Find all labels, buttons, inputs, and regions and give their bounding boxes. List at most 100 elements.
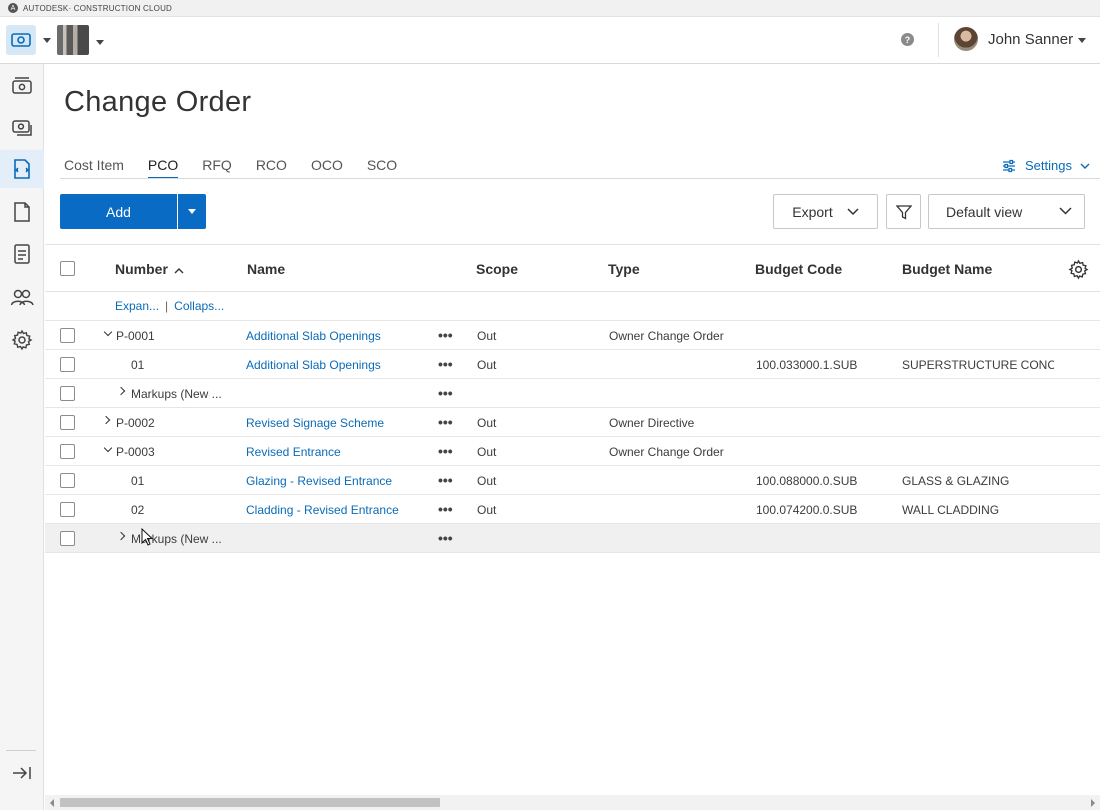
table-row[interactable]: 01 Glazing - Revised Entrance ••• Out 10… <box>45 466 1100 495</box>
column-header-type[interactable]: Type <box>608 261 640 277</box>
cell-type: Owner Change Order <box>609 445 724 459</box>
sidebar-item-cost-inbox[interactable] <box>0 66 44 104</box>
tab-sco[interactable]: SCO <box>367 157 397 177</box>
cell-number: 01 <box>131 358 145 372</box>
more-actions-icon[interactable]: ••• <box>438 501 453 517</box>
more-actions-icon[interactable]: ••• <box>438 530 453 546</box>
chevron-down-icon[interactable] <box>103 443 113 453</box>
help-icon[interactable]: ? <box>901 33 914 46</box>
cell-name[interactable]: Additional Slab Openings <box>246 358 381 372</box>
sidebar-item-members[interactable] <box>0 278 44 316</box>
cell-budget-name: SUPERSTRUCTURE CONCRETE <box>902 358 1054 372</box>
export-label: Export <box>792 203 833 220</box>
project-switcher-caret-icon[interactable] <box>96 39 104 45</box>
row-checkbox[interactable] <box>60 415 75 430</box>
add-dropdown-button[interactable] <box>178 194 206 229</box>
filter-icon <box>895 204 912 220</box>
table-row[interactable]: P-0001 Additional Slab Openings ••• Out … <box>45 321 1100 350</box>
cell-number: Markups (New ... <box>131 387 222 401</box>
row-checkbox[interactable] <box>60 357 75 372</box>
more-actions-icon[interactable]: ••• <box>438 385 453 401</box>
scroll-left-icon[interactable] <box>50 799 54 807</box>
more-actions-icon[interactable]: ••• <box>438 472 453 488</box>
row-checkbox[interactable] <box>60 502 75 517</box>
tab-cost-item[interactable]: Cost Item <box>64 157 124 177</box>
cell-number: P-0002 <box>116 416 155 430</box>
more-actions-icon[interactable]: ••• <box>438 414 453 430</box>
project-thumbnail[interactable] <box>57 25 89 55</box>
sidebar-item-change-order[interactable] <box>0 150 44 188</box>
tab-pco[interactable]: PCO <box>147 157 179 179</box>
settings-menu-button[interactable]: Settings <box>1002 158 1090 173</box>
table-row[interactable]: 01 Additional Slab Openings ••• Out 100.… <box>45 350 1100 379</box>
page-title: Change Order <box>64 86 252 118</box>
cell-name[interactable]: Cladding - Revised Entrance <box>246 503 399 517</box>
mouse-pointer-icon <box>141 528 153 546</box>
table-row[interactable]: Markups (New ... ••• <box>45 524 1100 553</box>
chevron-down-icon <box>1059 207 1072 215</box>
column-header-budget-name[interactable]: Budget Name <box>902 261 992 277</box>
more-actions-icon[interactable]: ••• <box>438 327 453 343</box>
column-settings-gear-icon[interactable] <box>1068 259 1089 280</box>
more-actions-icon[interactable]: ••• <box>438 356 453 372</box>
cell-name[interactable]: Revised Entrance <box>246 445 341 459</box>
row-checkbox[interactable] <box>60 386 75 401</box>
table-row[interactable]: Markups (New ... ••• <box>45 379 1100 408</box>
sidebar <box>0 64 44 810</box>
table-top-border <box>45 244 1100 245</box>
header-divider <box>938 23 939 57</box>
chevron-right-icon[interactable] <box>116 386 126 396</box>
column-header-name[interactable]: Name <box>247 261 285 277</box>
cell-name[interactable]: Additional Slab Openings <box>246 329 381 343</box>
cell-name[interactable]: Glazing - Revised Entrance <box>246 474 392 488</box>
export-button[interactable]: Export <box>773 194 878 229</box>
sidebar-item-reports[interactable] <box>0 235 44 273</box>
scrollbar-thumb[interactable] <box>60 798 440 807</box>
sidebar-item-documents[interactable] <box>0 193 44 231</box>
column-header-budget-code[interactable]: Budget Code <box>755 261 842 277</box>
tab-oco[interactable]: OCO <box>311 157 343 177</box>
view-select[interactable]: Default view <box>928 194 1085 229</box>
more-actions-icon[interactable]: ••• <box>438 443 453 459</box>
cell-type: Owner Directive <box>609 416 695 430</box>
row-checkbox[interactable] <box>60 473 75 488</box>
expand-collapse-links: Expan... | Collaps... <box>115 299 224 313</box>
chevron-down-icon <box>847 207 859 215</box>
column-header-number[interactable]: Number <box>115 261 184 277</box>
tab-rfq[interactable]: RFQ <box>202 157 232 177</box>
sidebar-collapse-button[interactable] <box>0 754 44 792</box>
view-select-value: Default view <box>946 203 1023 220</box>
cell-budget-code: 100.088000.0.SUB <box>756 474 858 488</box>
app-switcher-caret-icon[interactable] <box>43 37 51 43</box>
filter-button[interactable] <box>886 194 921 229</box>
expand-all-link[interactable]: Expan... <box>115 299 159 313</box>
table-row[interactable]: P-0002 Revised Signage Scheme ••• Out Ow… <box>45 408 1100 437</box>
table-row[interactable]: P-0003 Revised Entrance ••• Out Owner Ch… <box>45 437 1100 466</box>
row-checkbox[interactable] <box>60 531 75 546</box>
column-header-scope[interactable]: Scope <box>476 261 518 277</box>
select-all-checkbox[interactable] <box>60 261 75 276</box>
chevron-down-icon[interactable] <box>103 327 113 337</box>
chevron-right-icon[interactable] <box>116 531 126 541</box>
change-order-icon <box>14 159 30 179</box>
user-menu-caret-icon[interactable] <box>1078 38 1086 43</box>
tab-rco[interactable]: RCO <box>256 157 287 177</box>
chevron-down-icon <box>1080 163 1090 169</box>
sidebar-item-settings[interactable] <box>0 321 44 359</box>
row-checkbox[interactable] <box>60 328 75 343</box>
avatar[interactable] <box>954 27 978 51</box>
collapse-all-link[interactable]: Collaps... <box>174 299 224 313</box>
horizontal-scrollbar[interactable] <box>45 795 1100 810</box>
user-name[interactable]: John Sanner <box>988 31 1073 48</box>
scroll-right-icon[interactable] <box>1091 799 1095 807</box>
sidebar-item-budget-transfer[interactable] <box>0 108 44 146</box>
table-row[interactable]: 02 Cladding - Revised Entrance ••• Out 1… <box>45 495 1100 524</box>
chevron-right-icon[interactable] <box>101 415 111 425</box>
add-button[interactable]: Add <box>60 194 177 229</box>
cell-name[interactable]: Revised Signage Scheme <box>246 416 384 430</box>
row-checkbox[interactable] <box>60 444 75 459</box>
report-icon <box>14 244 30 264</box>
sidebar-divider <box>6 750 36 751</box>
app-switcher-button[interactable] <box>6 25 36 55</box>
cell-budget-name: WALL CLADDING <box>902 503 1000 517</box>
